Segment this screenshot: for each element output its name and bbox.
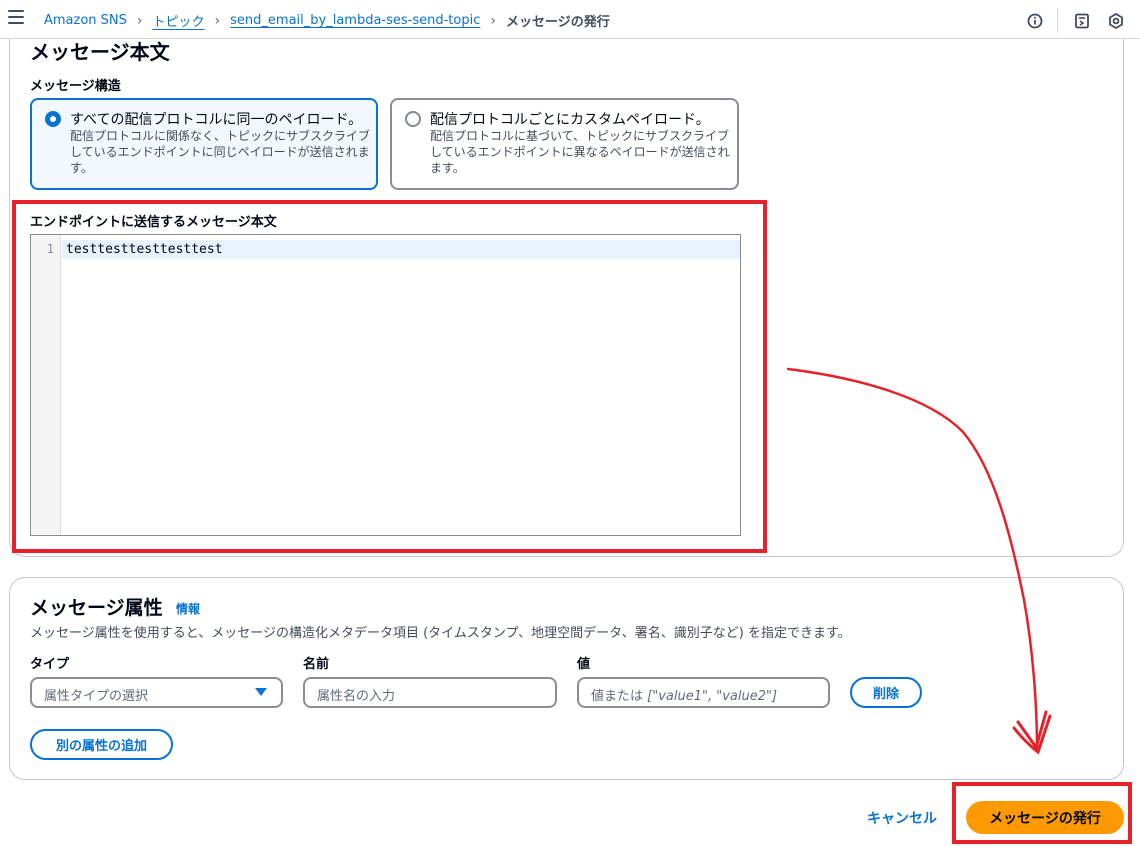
- editor-gutter: 1: [31, 235, 61, 535]
- delete-attribute-button[interactable]: 削除: [850, 677, 922, 708]
- editor-label: エンドポイントに送信するメッセージ本文: [30, 215, 277, 230]
- type-label: タイプ: [30, 657, 70, 672]
- chevron-right-icon: ›: [214, 12, 221, 29]
- attribute-name-input[interactable]: 属性名の入力: [303, 677, 557, 708]
- value-placeholder-example: ["value1", "value2"]: [647, 689, 778, 704]
- option-description: 配信プロトコルに関係なく、トピックにサブスクライブしているエンドポイントに同じペ…: [70, 129, 371, 175]
- option-same-payload[interactable]: すべての配信プロトコルに同一のペイロード。 配信プロトコルに関係なく、トピックに…: [30, 98, 378, 190]
- section-title: メッセージ本文: [30, 40, 170, 64]
- option-title: すべての配信プロトコルに同一のペイロード。: [70, 112, 363, 128]
- line-number: 1: [46, 242, 54, 256]
- value-placeholder-prefix: 値または: [591, 689, 648, 704]
- cancel-button[interactable]: キャンセル: [867, 808, 937, 828]
- name-placeholder: 属性名の入力: [317, 689, 396, 704]
- attributes-title: メッセージ属性: [30, 597, 163, 619]
- editor-text[interactable]: testtesttesttesttest: [66, 242, 223, 257]
- settings-hex-icon[interactable]: [1106, 11, 1126, 31]
- chevron-right-icon: ›: [490, 12, 496, 29]
- attribute-type-select[interactable]: 属性タイプの選択: [30, 677, 283, 708]
- breadcrumb-topics[interactable]: トピック: [153, 11, 205, 30]
- option-custom-payload[interactable]: 配信プロトコルごとにカスタムペイロード。 配信プロトコルに基づいて、トピックにサ…: [390, 98, 739, 190]
- menu-icon[interactable]: [8, 10, 24, 26]
- message-body-editor[interactable]: 1 testtesttesttesttest: [30, 234, 741, 536]
- info-link[interactable]: 情報: [176, 600, 200, 617]
- breadcrumb-current: メッセージの発行: [505, 15, 610, 30]
- name-label: 名前: [303, 657, 330, 672]
- attribute-value-input[interactable]: 値または ["value1", "value2"]: [577, 677, 830, 708]
- notes-icon[interactable]: [1072, 11, 1092, 31]
- breadcrumb-topic-name[interactable]: send_email_by_lambda-ses-send-topic: [230, 13, 480, 28]
- value-label: 値: [577, 657, 591, 672]
- type-placeholder: 属性タイプの選択: [44, 689, 149, 704]
- breadcrumb: Amazon SNS › トピック › send_email_by_lambda…: [44, 11, 610, 31]
- add-attribute-button[interactable]: 別の属性の追加: [30, 729, 173, 760]
- info-icon[interactable]: [1025, 11, 1045, 31]
- breadcrumb-amazon-sns[interactable]: Amazon SNS: [44, 13, 127, 28]
- radio-unselected-icon[interactable]: [405, 111, 421, 127]
- top-bar: Amazon SNS › トピック › send_email_by_lambda…: [0, 0, 1140, 39]
- chevron-right-icon: ›: [136, 12, 143, 29]
- radio-selected-icon[interactable]: [45, 111, 61, 127]
- caret-down-icon: [255, 688, 267, 696]
- option-title: 配信プロトコルごとにカスタムペイロード。: [430, 112, 710, 128]
- publish-message-button[interactable]: メッセージの発行: [966, 801, 1124, 834]
- divider: [1057, 9, 1058, 33]
- attributes-description: メッセージ属性を使用すると、メッセージの構造化メタデータ項目 (タイムスタンプ、…: [30, 626, 851, 641]
- structure-label: メッセージ構造: [30, 79, 121, 94]
- option-description: 配信プロトコルに基づいて、トピックにサブスクライブしているエンドポイントに異なる…: [430, 129, 730, 175]
